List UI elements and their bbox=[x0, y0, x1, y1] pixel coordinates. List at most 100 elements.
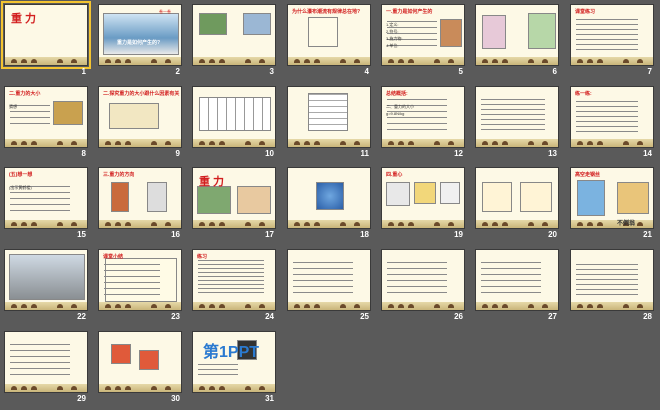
text-line bbox=[481, 129, 545, 130]
text-line bbox=[387, 280, 447, 281]
text-line bbox=[576, 116, 638, 117]
text-line bbox=[198, 284, 264, 285]
slide-heading: 一.重力是如何产生的 bbox=[386, 9, 433, 15]
slide-picture bbox=[53, 101, 83, 125]
slide-number: 22 bbox=[77, 312, 86, 321]
slide-picture bbox=[520, 182, 552, 212]
slide-thumbnail[interactable] bbox=[475, 86, 559, 148]
text-line bbox=[293, 274, 353, 275]
slide-heading: 二.探究重力的大小跟什么因素有关 bbox=[103, 91, 180, 97]
slide-number: 10 bbox=[265, 149, 274, 158]
slide-thumbnail[interactable] bbox=[475, 4, 559, 66]
text-line bbox=[481, 104, 545, 105]
text-line bbox=[387, 274, 447, 275]
text-line bbox=[387, 99, 447, 100]
slide-thumbnail[interactable] bbox=[4, 331, 88, 393]
slide-text: 1.定义: bbox=[386, 22, 399, 27]
slide-sorter-grid: 重 力 1 重力是如何产生的? 卷一卷 2 3 为什么瀑布潮流有规律总在地? 4 一.重力是如何… bbox=[1, 1, 656, 406]
text-line bbox=[576, 131, 638, 132]
slide-footer-decoration bbox=[382, 139, 464, 147]
text-line bbox=[104, 270, 160, 271]
slide-picture bbox=[440, 182, 460, 204]
slide-thumbnail[interactable]: 四.重心 bbox=[381, 167, 465, 229]
slide-cell: 四.重心 19 bbox=[381, 167, 465, 241]
slide-thumbnail[interactable] bbox=[475, 167, 559, 229]
slide-number: 19 bbox=[454, 230, 463, 239]
slide-footer-decoration bbox=[193, 57, 275, 65]
slide-text: 卷一卷 bbox=[159, 9, 171, 14]
graph-paper bbox=[308, 93, 348, 131]
slide-thumbnail[interactable]: 重 力 bbox=[1, 1, 91, 69]
slide-thumbnail[interactable]: 第1PPT bbox=[192, 331, 276, 393]
slide-heading: 三.重力的方向 bbox=[103, 172, 135, 178]
slide-thumbnail[interactable]: 练一练: bbox=[570, 86, 654, 148]
slide-number: 17 bbox=[265, 230, 274, 239]
text-line bbox=[10, 117, 50, 118]
text-line bbox=[10, 198, 70, 199]
slide-picture bbox=[617, 182, 649, 214]
slide-thumbnail[interactable]: 为什么瀑布潮流有规律总在地? bbox=[287, 4, 371, 66]
slide-footer-decoration bbox=[288, 302, 370, 310]
slide-footer-decoration bbox=[99, 139, 181, 147]
slide-thumbnail[interactable]: 课堂小结 bbox=[98, 249, 182, 311]
slide-number: 30 bbox=[171, 394, 180, 403]
slide-thumbnail[interactable]: 三.重力的方向 bbox=[98, 167, 182, 229]
slide-thumbnail[interactable]: 高空走钢丝 不倒翁 bbox=[570, 167, 654, 229]
slide-picture bbox=[386, 182, 410, 206]
slide-cell: 总结概括: 二、重力的大小 g=9.8N/kg 12 bbox=[381, 86, 465, 160]
slide-thumbnail[interactable] bbox=[192, 86, 276, 148]
slide-thumbnail[interactable] bbox=[287, 167, 371, 229]
slide-number: 4 bbox=[364, 67, 369, 76]
text-line bbox=[10, 204, 70, 205]
slide-thumbnail[interactable] bbox=[287, 249, 371, 311]
text-line bbox=[576, 101, 638, 102]
slide-footer-decoration bbox=[382, 220, 464, 228]
slide-thumbnail[interactable]: 二.探究重力的大小跟什么因素有关 bbox=[98, 86, 182, 148]
slide-thumbnail[interactable] bbox=[475, 249, 559, 311]
slide-cell: 一.重力是如何产生的 1.定义: 2.符号: 3.施力物: 4.单位: 5 bbox=[381, 4, 465, 78]
slide-number: 1 bbox=[81, 67, 86, 76]
slide-heading: 高空走钢丝 bbox=[575, 172, 601, 178]
text-line bbox=[198, 268, 264, 269]
slide-cell: 重 力 1 bbox=[1, 1, 91, 78]
slide-thumbnail[interactable] bbox=[381, 249, 465, 311]
slide-footer-decoration bbox=[571, 57, 653, 65]
text-line bbox=[198, 276, 264, 277]
slide-number: 27 bbox=[548, 312, 557, 321]
slide-thumbnail[interactable] bbox=[192, 4, 276, 66]
text-line bbox=[198, 272, 264, 273]
slide-thumbnail[interactable] bbox=[287, 86, 371, 148]
site-logo: 第1PPT bbox=[203, 344, 260, 361]
slide-thumbnail[interactable]: 重 力 bbox=[192, 167, 276, 229]
slide-picture bbox=[111, 344, 131, 364]
slide-thumbnail[interactable]: 重力是如何产生的? 卷一卷 bbox=[98, 4, 182, 66]
slide-footer-decoration bbox=[193, 139, 275, 147]
slide-cell: 二.重力的大小 猜想 8 bbox=[4, 86, 88, 160]
slide-heading: 为什么瀑布潮流有规律总在地? bbox=[292, 9, 361, 15]
slide-cell: 高空走钢丝 不倒翁 21 bbox=[570, 167, 654, 241]
slide-thumbnail[interactable]: 练习 bbox=[192, 249, 276, 311]
slide-text: (出示黄鹤楼) bbox=[9, 185, 32, 190]
slide-footer-decoration bbox=[571, 220, 653, 228]
slide-number: 21 bbox=[643, 230, 652, 239]
slide-thumbnail[interactable]: (五)想一想 (出示黄鹤楼) bbox=[4, 167, 88, 229]
slide-thumbnail[interactable] bbox=[4, 249, 88, 311]
slide-thumbnail[interactable] bbox=[98, 331, 182, 393]
slide-thumbnail[interactable] bbox=[570, 249, 654, 311]
slide-cell: 练一练: 14 bbox=[570, 86, 654, 160]
text-line bbox=[576, 279, 638, 280]
text-line bbox=[293, 262, 353, 263]
slide-picture bbox=[528, 13, 556, 49]
text-line bbox=[576, 49, 638, 50]
slide-number: 12 bbox=[454, 149, 463, 158]
text-line bbox=[198, 264, 264, 265]
slide-thumbnail[interactable]: 一.重力是如何产生的 1.定义: 2.符号: 3.施力物: 4.单位: bbox=[381, 4, 465, 66]
slide-thumbnail[interactable]: 总结概括: 二、重力的大小 g=9.8N/kg bbox=[381, 86, 465, 148]
slide-thumbnail[interactable]: 课堂练习 bbox=[570, 4, 654, 66]
text-line bbox=[387, 123, 447, 124]
slide-picture bbox=[237, 186, 271, 214]
slide-thumbnail[interactable]: 二.重力的大小 猜想 bbox=[4, 86, 88, 148]
slide-heading: 课堂小结 bbox=[103, 254, 124, 260]
slide-footer-decoration bbox=[193, 302, 275, 310]
slide-cell: 课堂小结 23 bbox=[98, 249, 182, 323]
